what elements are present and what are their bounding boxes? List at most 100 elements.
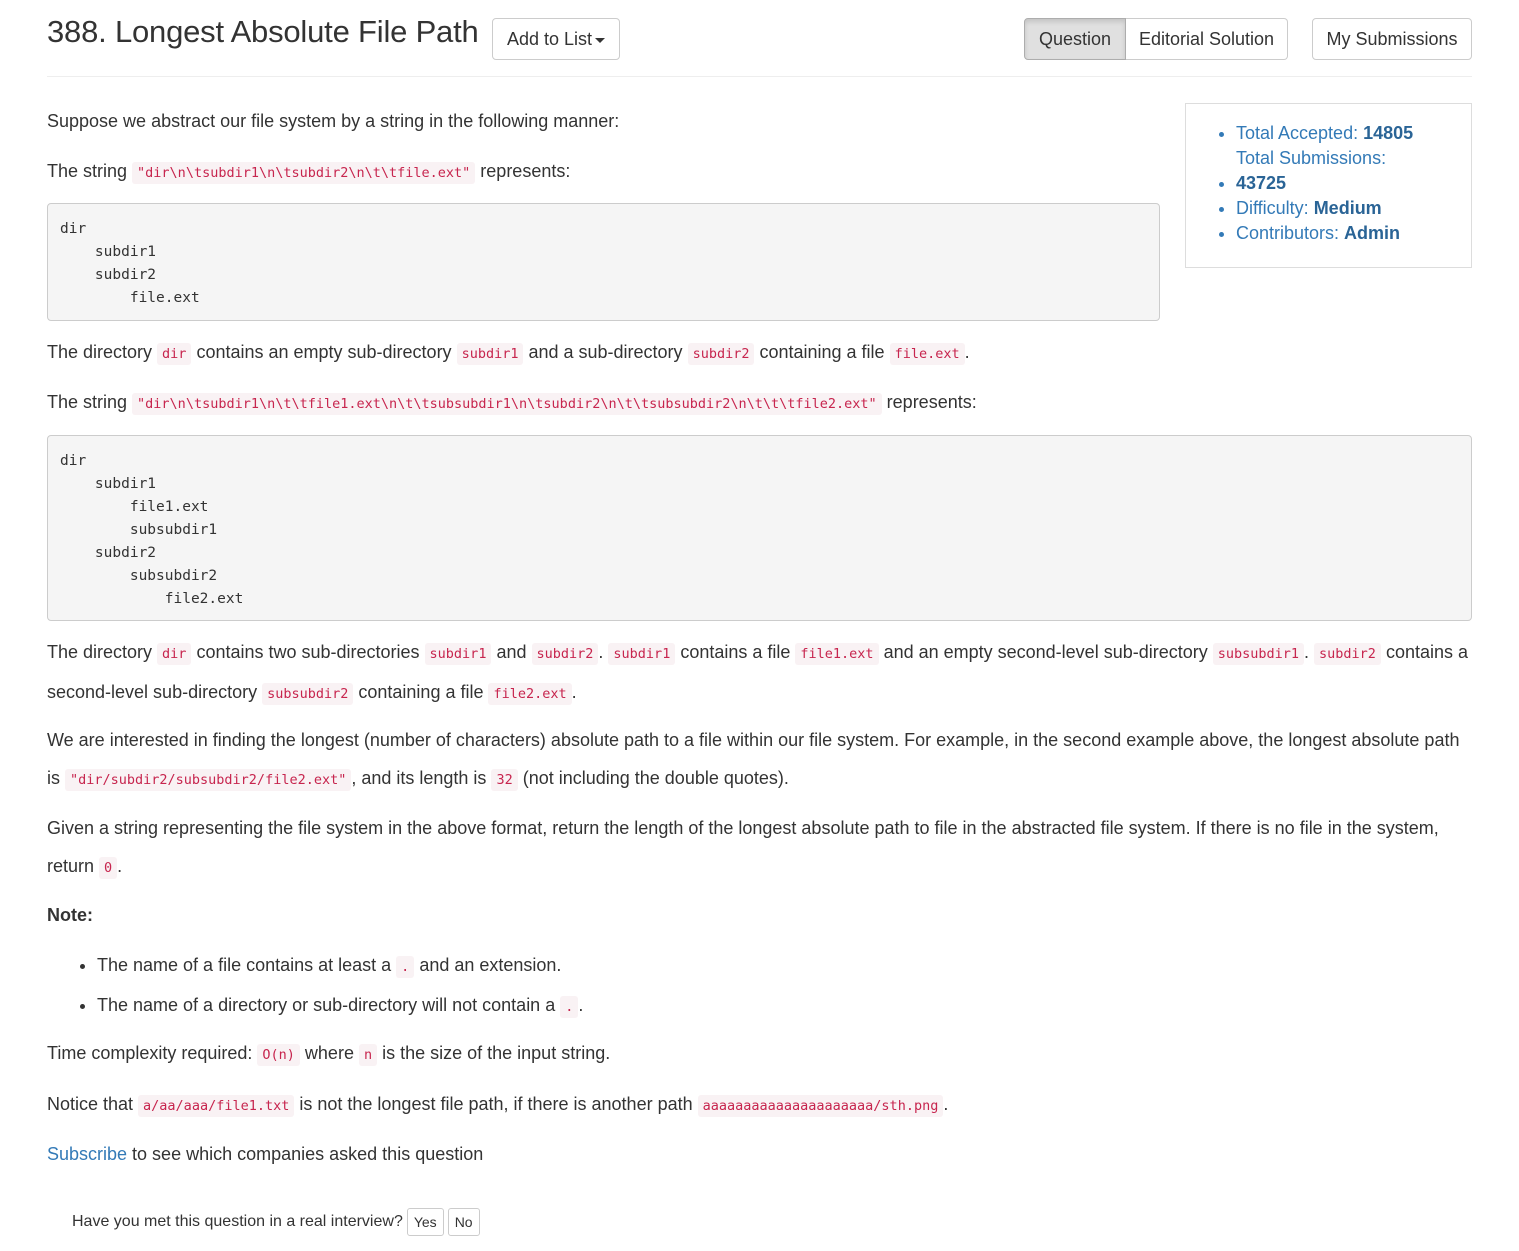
- text: .: [943, 1094, 949, 1114]
- text: (not including the double quotes).: [517, 768, 789, 788]
- inline-code: 32: [491, 769, 518, 791]
- list-item: The name of a file contains at least a .…: [97, 946, 583, 986]
- example2-paragraph: The string "dir\n\tsubdir1\n\t\tfile1.ex…: [47, 383, 977, 423]
- inline-code: file.ext: [889, 343, 965, 365]
- stat-label: Total Submissions:: [1236, 148, 1387, 168]
- my-submissions-button[interactable]: My Submissions: [1312, 18, 1472, 60]
- text: contains two sub-directories: [191, 642, 425, 662]
- inline-code: "dir/subdir2/subsubdir2/file2.ext": [65, 769, 352, 791]
- example1-explanation: The directory dir contains an empty sub-…: [47, 333, 970, 373]
- add-to-list-button[interactable]: Add to List: [492, 18, 620, 60]
- stat-value: 14805: [1363, 123, 1414, 143]
- text: .: [598, 642, 609, 662]
- inline-code: file1.ext: [795, 643, 879, 665]
- text: The name of a file contains at least a: [97, 955, 397, 975]
- contributor-link[interactable]: Admin: [1344, 223, 1400, 243]
- text: represents:: [475, 161, 571, 181]
- text: .: [571, 682, 577, 702]
- text: Given a string representing the file sys…: [47, 818, 1439, 876]
- text: to see which companies asked this questi…: [127, 1144, 484, 1164]
- inline-code: "dir\n\tsubdir1\n\t\tfile1.ext\n\t\tsubs…: [132, 393, 882, 415]
- text: The string: [47, 161, 133, 181]
- tab-question[interactable]: Question: [1024, 18, 1126, 60]
- inline-code: subdir1: [608, 643, 676, 665]
- example1-paragraph: The string "dir\n\tsubdir1\n\tsubdir2\n\…: [47, 152, 570, 192]
- page-title: 388. Longest Absolute File Path: [47, 14, 479, 49]
- inline-code: subdir2: [687, 343, 755, 365]
- inline-code: subdir1: [424, 643, 492, 665]
- note-list: The name of a file contains at least a .…: [47, 946, 583, 1026]
- stat-difficulty: Difficulty: Medium: [1236, 196, 1471, 221]
- inline-code: n: [358, 1044, 378, 1066]
- code-block-example2: dir subdir1 file1.ext subsubdir1 subdir2…: [47, 435, 1472, 621]
- text: and a sub-directory: [523, 342, 688, 362]
- text: The directory: [47, 342, 158, 362]
- text: represents:: [881, 392, 977, 412]
- text: contains an empty sub-directory: [191, 342, 457, 362]
- text: Time complexity required:: [47, 1043, 258, 1063]
- text: containing a file: [353, 682, 489, 702]
- stat-label: Contributors:: [1236, 223, 1345, 243]
- interview-feedback: Have you met this question in a real int…: [72, 1208, 480, 1236]
- text: The name of a directory or sub-directory…: [97, 995, 561, 1015]
- stat-value: Medium: [1313, 198, 1382, 218]
- text: Notice that: [47, 1094, 139, 1114]
- note-heading: Note:: [47, 896, 93, 934]
- text: .: [578, 995, 584, 1015]
- code-block-example1: dir subdir1 subdir2 file.ext: [47, 203, 1160, 321]
- view-tabs: Question Editorial Solution: [1024, 18, 1288, 60]
- stat-total-accepted: Total Accepted: 14805: [1236, 121, 1471, 146]
- stats-panel: Total Accepted: 14805 Total Submissions:…: [1185, 103, 1472, 268]
- problem-header: 388. Longest Absolute File Path Add to L…: [47, 0, 1472, 77]
- caret-down-icon: [595, 37, 606, 43]
- complexity-paragraph: Time complexity required: O(n) where n i…: [47, 1034, 610, 1074]
- yes-button[interactable]: Yes: [406, 1208, 444, 1236]
- stat-label: Total Accepted:: [1236, 123, 1364, 143]
- inline-code: subsubdir2: [262, 683, 354, 705]
- no-button[interactable]: No: [447, 1208, 480, 1236]
- text: is the size of the input string.: [377, 1043, 611, 1063]
- stat-value: 43725: [1236, 173, 1287, 193]
- inline-code: O(n): [257, 1044, 300, 1066]
- inline-code: file2.ext: [488, 683, 572, 705]
- text: .: [117, 856, 123, 876]
- interview-question: Have you met this question in a real int…: [72, 1213, 403, 1230]
- stat-total-submissions: Total Submissions: 43725: [1236, 146, 1471, 196]
- text: where: [299, 1043, 359, 1063]
- tab-editorial-solution[interactable]: Editorial Solution: [1126, 18, 1288, 60]
- task-paragraph: Given a string representing the file sys…: [47, 809, 1472, 887]
- inline-code: subdir1: [456, 343, 524, 365]
- inline-code: .: [560, 996, 579, 1018]
- inline-code: "dir\n\tsubdir1\n\tsubdir2\n\t\tfile.ext…: [132, 162, 476, 184]
- text: .: [1304, 642, 1315, 662]
- longest-path-paragraph: We are interested in finding the longest…: [47, 721, 1472, 799]
- inline-code: subsubdir1: [1212, 643, 1305, 665]
- text: , and its length is: [351, 768, 492, 788]
- inline-code: a/aa/aaa/file1.txt: [138, 1095, 295, 1117]
- subscribe-link[interactable]: Subscribe: [47, 1144, 127, 1164]
- inline-code: .: [396, 956, 415, 978]
- text: contains a file: [675, 642, 796, 662]
- text: is not the longest file path, if there i…: [294, 1094, 698, 1114]
- inline-code: dir: [157, 643, 192, 665]
- stat-contributors: Contributors: Admin: [1236, 221, 1471, 246]
- inline-code: aaaaaaaaaaaaaaaaaaaaa/sth.png: [697, 1095, 944, 1117]
- problem-page: 388. Longest Absolute File Path Add to L…: [47, 0, 1472, 1236]
- example2-explanation: The directory dir contains two sub-direc…: [47, 633, 1472, 713]
- stat-label: Difficulty:: [1236, 198, 1314, 218]
- inline-code: subdir2: [1314, 643, 1381, 665]
- add-to-list-label: Add to List: [506, 28, 593, 49]
- inline-code: 0: [99, 857, 118, 879]
- text: and an extension.: [414, 955, 562, 975]
- text: The directory: [47, 642, 158, 662]
- text: and an empty second-level sub-directory: [878, 642, 1213, 662]
- text: containing a file: [754, 342, 890, 362]
- text: and: [491, 642, 532, 662]
- text: .: [964, 342, 970, 362]
- list-item: The name of a directory or sub-directory…: [97, 986, 583, 1026]
- subscribe-paragraph: Subscribe to see which companies asked t…: [47, 1135, 483, 1173]
- note-heading-text: Note:: [47, 905, 93, 925]
- inline-code: dir: [157, 343, 192, 365]
- notice-paragraph: Notice that a/aa/aaa/file1.txt is not th…: [47, 1085, 948, 1125]
- inline-code: subdir2: [531, 643, 599, 665]
